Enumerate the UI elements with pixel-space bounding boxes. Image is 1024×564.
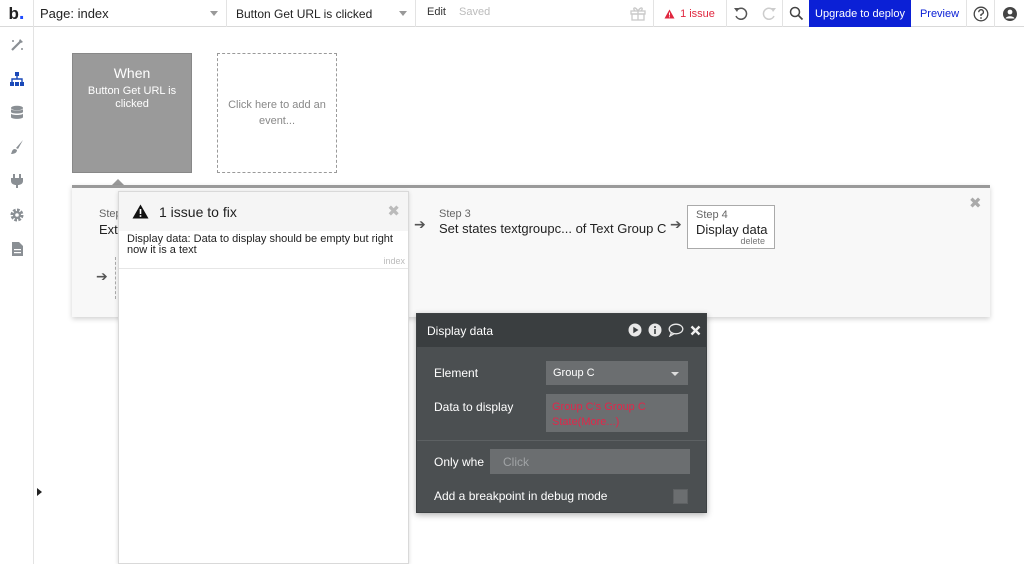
element-dropdown-value: Group C xyxy=(553,367,595,379)
play-icon[interactable] xyxy=(628,323,642,337)
add-event-label: Click here to add an event... xyxy=(228,99,326,127)
plugins-icon[interactable] xyxy=(8,172,26,190)
redo-button[interactable] xyxy=(755,0,782,27)
help-icon xyxy=(973,6,988,21)
dialog-title: Display data xyxy=(427,324,494,338)
delete-step-link[interactable]: delete xyxy=(740,236,765,246)
data-to-display-label: Data to display xyxy=(434,400,514,414)
step-4-label: Step 4 xyxy=(696,209,728,221)
workflow-icon[interactable] xyxy=(8,70,26,88)
workflow-selector-label: Button Get URL is clicked xyxy=(236,6,373,21)
search-icon xyxy=(789,6,803,21)
logo-text: b xyxy=(8,3,19,23)
event-card-when[interactable]: When Button Get URL is clicked xyxy=(72,53,192,173)
comment-icon[interactable] xyxy=(668,323,684,337)
warning-icon xyxy=(132,204,149,219)
undo-icon xyxy=(734,7,748,20)
help-button[interactable] xyxy=(967,0,994,27)
element-dropdown[interactable]: Group C xyxy=(546,361,688,385)
close-icon[interactable]: ✖ xyxy=(969,194,982,212)
info-icon[interactable] xyxy=(648,323,662,337)
issue-page: index xyxy=(383,256,405,266)
arrow-right-icon: ➔ xyxy=(670,216,682,232)
gift-icon[interactable] xyxy=(629,4,647,22)
page-selector-label: Page: index xyxy=(40,6,109,21)
data-to-display-field[interactable]: Group C's Group C State(More...) xyxy=(546,394,688,432)
issues-indicator[interactable]: 1 issue xyxy=(653,0,725,27)
expand-panel-icon[interactable] xyxy=(37,488,42,496)
logs-icon[interactable] xyxy=(8,240,26,258)
dialog-divider xyxy=(417,440,706,441)
design-icon[interactable] xyxy=(8,36,26,54)
account-button[interactable] xyxy=(994,0,1024,27)
upgrade-button[interactable]: Upgrade to deploy xyxy=(809,0,911,27)
edit-menu[interactable]: Edit xyxy=(427,6,446,18)
bubble-logo[interactable]: b. xyxy=(0,0,34,27)
user-icon xyxy=(1002,6,1017,21)
breakpoint-label: Add a breakpoint in debug mode xyxy=(434,489,608,503)
data-icon[interactable] xyxy=(8,104,26,122)
step-4-title: Display data xyxy=(696,222,768,237)
close-icon[interactable]: ✖ xyxy=(387,202,400,220)
element-label: Element xyxy=(434,366,479,380)
top-bar: b. Page: index Button Get URL is clicked… xyxy=(0,0,1024,27)
settings-icon[interactable] xyxy=(8,206,26,224)
saved-status: Saved xyxy=(459,6,491,18)
chevron-down-icon xyxy=(399,11,407,16)
event-card-title: When xyxy=(113,65,151,81)
warning-icon xyxy=(664,9,675,18)
workflow-selector[interactable]: Button Get URL is clicked xyxy=(227,0,416,27)
only-when-field[interactable]: Click xyxy=(490,449,690,474)
close-icon[interactable] xyxy=(690,325,701,336)
issues-panel-title: 1 issue to fix xyxy=(159,204,237,220)
page-selector[interactable]: Page: index xyxy=(34,0,227,27)
styles-icon[interactable] xyxy=(8,138,26,156)
breakpoint-checkbox[interactable] xyxy=(673,489,688,504)
chevron-down-icon xyxy=(210,11,218,16)
step-3-title[interactable]: Set states textgroupc... of Text Group C xyxy=(439,221,666,236)
step-3-label[interactable]: Step 3 xyxy=(439,208,471,220)
chevron-down-icon xyxy=(671,372,679,376)
display-data-dialog: Display data Element Group C Data to dis… xyxy=(416,313,707,513)
issue-item[interactable]: Display data: Data to display should be … xyxy=(119,231,408,269)
issues-panel-header: 1 issue to fix ✖ xyxy=(119,192,408,231)
search-button[interactable] xyxy=(782,0,809,27)
arrow-right-icon: ➔ xyxy=(414,216,426,232)
arrow-right-icon: ➔ xyxy=(96,268,108,284)
issue-text: Display data: Data to display should be … xyxy=(127,233,393,256)
step-4-card[interactable]: Step 4 Display data delete xyxy=(687,205,775,249)
event-card-subtitle: Button Get URL is clicked xyxy=(87,85,177,110)
only-when-label: Only whe xyxy=(434,455,485,469)
undo-button[interactable] xyxy=(726,0,755,27)
add-event-card[interactable]: Click here to add an event... xyxy=(217,53,337,173)
dialog-header: Display data xyxy=(417,314,706,347)
redo-icon xyxy=(762,7,776,20)
preview-button[interactable]: Preview xyxy=(913,0,967,27)
left-rail xyxy=(0,27,34,564)
issues-indicator-label: 1 issue xyxy=(680,7,715,20)
issues-panel: 1 issue to fix ✖ Display data: Data to d… xyxy=(118,191,409,564)
